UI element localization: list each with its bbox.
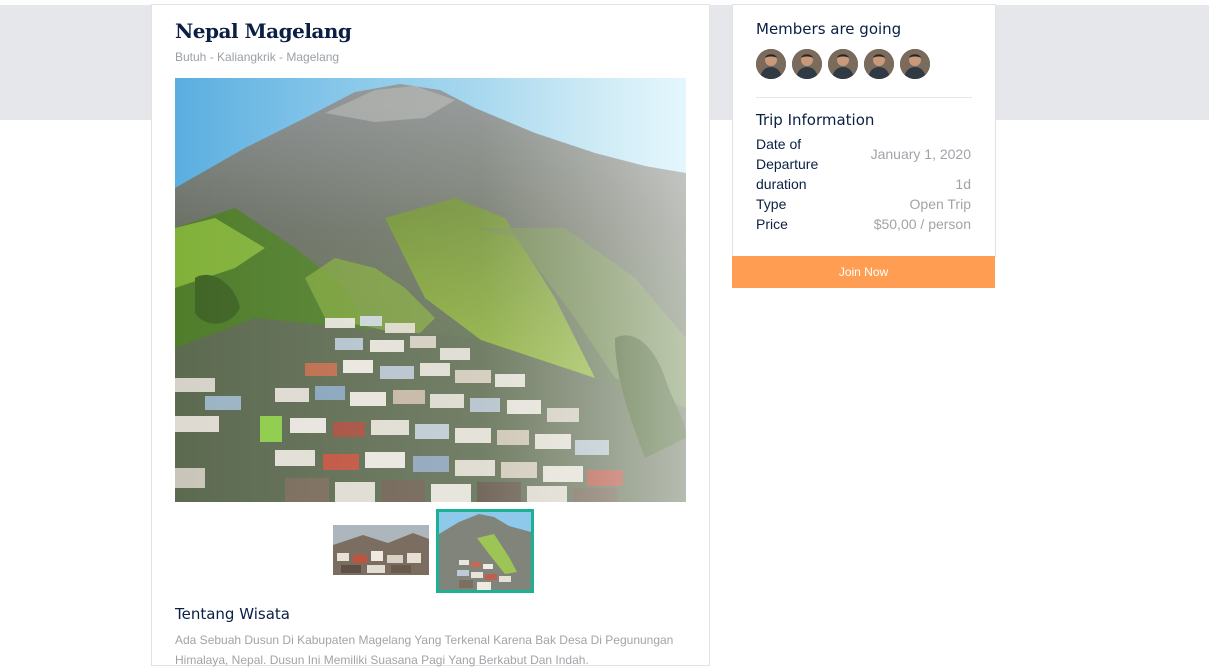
trip-info-title: Trip Information: [756, 111, 875, 129]
trip-info-table: Date of Departure January 1, 2020 durati…: [756, 134, 971, 234]
info-value: Open Trip: [909, 196, 971, 212]
trip-info-row-type: Type Open Trip: [756, 194, 971, 214]
info-label: Type: [756, 196, 787, 212]
avatar[interactable]: [864, 49, 894, 79]
thumbnail-mountain-village[interactable]: [436, 509, 534, 593]
thumbnail-village-panorama[interactable]: [333, 525, 429, 575]
divider: [756, 97, 972, 98]
page-title: Nepal Magelang: [175, 19, 352, 43]
hero-image: [175, 78, 686, 502]
about-section-title: Tentang Wisata: [175, 605, 290, 623]
info-label: duration: [756, 176, 807, 192]
join-now-button[interactable]: Join Now: [732, 256, 995, 288]
avatar[interactable]: [828, 49, 858, 79]
trip-info-row-duration: duration 1d: [756, 174, 971, 194]
avatar[interactable]: [792, 49, 822, 79]
info-value: 1d: [955, 176, 971, 192]
trip-info-row-departure: Date of Departure January 1, 2020: [756, 134, 971, 174]
members-title: Members are going: [756, 20, 902, 38]
info-value: $50,00 / person: [873, 216, 971, 232]
avatar[interactable]: [756, 49, 786, 79]
trip-info-card: Members are going Trip Information Date …: [732, 4, 996, 257]
info-label: Price: [756, 216, 788, 232]
location-text: Butuh - Kaliangkrik - Magelang: [175, 50, 340, 64]
info-value: January 1, 2020: [870, 146, 971, 162]
trip-detail-card: Nepal Magelang Butuh - Kaliangkrik - Mag…: [151, 4, 710, 667]
trip-info-row-price: Price $50,00 / person: [756, 214, 971, 234]
about-text: Ada Sebuah Dusun Di Kabupaten Magelang Y…: [175, 633, 674, 667]
info-label: Date of Departure: [756, 136, 819, 172]
avatar[interactable]: [900, 49, 930, 79]
